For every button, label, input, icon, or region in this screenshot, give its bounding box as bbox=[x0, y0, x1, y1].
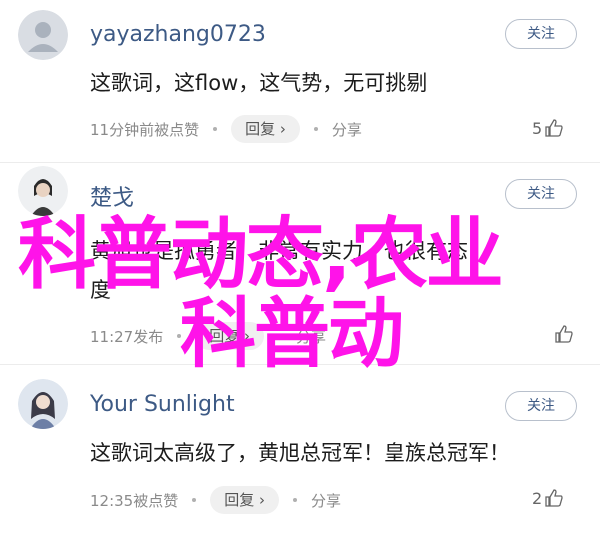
like-count: 5 bbox=[532, 118, 543, 138]
comment-text: 这歌词，这flow，这气势，无可挑剔 bbox=[90, 71, 428, 95]
reply-button[interactable]: 回复 › bbox=[231, 115, 300, 143]
like-button[interactable]: 2 bbox=[532, 488, 564, 508]
like-count: 2 bbox=[532, 488, 543, 508]
separator-dot bbox=[213, 127, 218, 131]
username[interactable]: yayazhang0723 bbox=[90, 22, 266, 47]
separator-dot bbox=[313, 127, 318, 131]
thumbs-up-icon bbox=[555, 325, 573, 343]
avatar[interactable] bbox=[18, 379, 68, 429]
follow-button[interactable]: 关注 bbox=[505, 391, 577, 421]
like-button[interactable]: 5 bbox=[532, 118, 564, 138]
comment-meta: 11分钟前被点赞 回复 › 分享 bbox=[90, 115, 362, 143]
watermark-line-2: 科普动 bbox=[180, 289, 404, 378]
user-photo-icon bbox=[18, 379, 68, 429]
comment-text: 这歌词太高级了，黄旭总冠军！皇族总冠军！ bbox=[90, 441, 510, 465]
comment-time: 12:35被点赞 bbox=[90, 491, 179, 510]
follow-button[interactable]: 关注 bbox=[505, 19, 577, 49]
like-button[interactable] bbox=[552, 324, 574, 344]
username[interactable]: Your Sunlight bbox=[90, 392, 235, 417]
share-button[interactable]: 分享 bbox=[311, 490, 341, 511]
person-silhouette-icon bbox=[18, 10, 68, 60]
divider bbox=[0, 162, 600, 163]
avatar[interactable] bbox=[18, 10, 68, 60]
separator-dot bbox=[192, 498, 197, 502]
comment-time: 11:27发布 bbox=[90, 327, 164, 346]
follow-button[interactable]: 关注 bbox=[505, 179, 577, 209]
reply-button[interactable]: 回复 › bbox=[210, 486, 280, 514]
comment-time: 11分钟前被点赞 bbox=[90, 120, 200, 139]
thumbs-up-icon bbox=[545, 489, 563, 507]
separator-dot bbox=[293, 498, 298, 502]
thumbs-up-icon bbox=[545, 119, 563, 137]
comment-meta: 12:35被点赞 回复 › 分享 bbox=[90, 486, 341, 514]
share-button[interactable]: 分享 bbox=[332, 119, 362, 140]
